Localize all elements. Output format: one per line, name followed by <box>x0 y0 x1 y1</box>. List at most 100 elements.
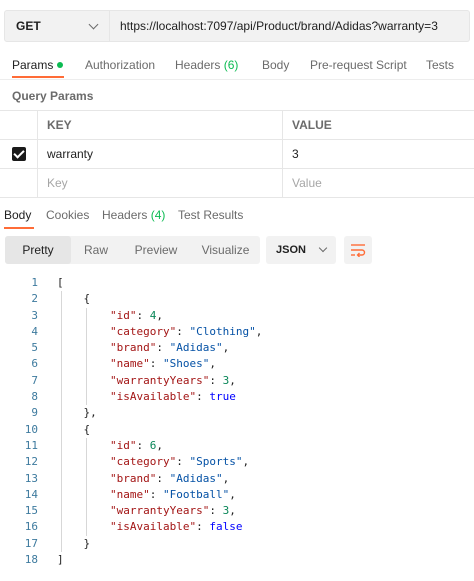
wrap-lines-button[interactable] <box>344 236 372 264</box>
row-check-cell <box>0 140 38 168</box>
line-number: 4 <box>31 324 38 338</box>
new-key-input[interactable]: Key <box>38 169 283 197</box>
code-text: "id": 6, <box>109 438 163 452</box>
tab-count: (6) <box>223 58 239 72</box>
code-text: "name": "Shoes", <box>109 357 216 371</box>
wrap-lines-icon <box>351 244 366 257</box>
chevron-down-icon <box>318 243 328 253</box>
table-row-new: Key Value <box>0 169 474 198</box>
active-tab-indicator <box>4 227 34 229</box>
tab-headers[interactable]: Headers (6) <box>175 58 238 72</box>
row-check-cell <box>0 169 38 197</box>
tab-response-body[interactable]: Body <box>4 208 31 222</box>
request-bar: GET https://localhost:7097/api/Product/b… <box>4 10 470 42</box>
code-text: "id": 4, <box>109 308 163 322</box>
method-select[interactable]: GET <box>4 10 110 42</box>
line-number: 10 <box>24 422 38 436</box>
url-input[interactable]: https://localhost:7097/api/Product/brand… <box>110 10 470 42</box>
line-number: 3 <box>31 308 38 322</box>
request-tabs: Params Authorization Headers (6) Body Pr… <box>0 56 474 78</box>
tab-label: Body <box>262 58 290 72</box>
line-number: 12 <box>24 455 38 469</box>
tab-label: Params <box>12 58 54 72</box>
param-key[interactable]: warranty <box>38 140 283 168</box>
line-number: 1 <box>31 276 38 289</box>
code-line: 15 "warrantyYears": 3, <box>0 503 474 519</box>
code-text: "isAvailable": false <box>109 520 243 534</box>
code-line: 2 { <box>0 291 474 307</box>
line-number: 7 <box>31 373 38 387</box>
code-line: 1[ <box>0 275 474 291</box>
code-text: ] <box>57 553 64 567</box>
code-line: 11 "id": 6, <box>0 438 474 454</box>
tab-pre-request-script[interactable]: Pre-request Script <box>310 58 407 72</box>
tab-label: Pre-request Script <box>310 58 407 72</box>
response-tabs: Body Cookies Headers (4) Test Results <box>0 206 474 230</box>
code-line: 9 }, <box>0 405 474 421</box>
code-line: 8 "isAvailable": true <box>0 389 474 405</box>
chevron-down-icon <box>88 19 99 29</box>
view-mode-segment: Pretty Raw Preview Visualize <box>5 236 260 264</box>
code-text: "name": "Football", <box>109 487 236 501</box>
line-number: 14 <box>24 487 38 501</box>
code-text: "warrantyYears": 3, <box>109 504 236 518</box>
line-number: 17 <box>24 536 38 550</box>
param-value[interactable]: 3 <box>283 140 474 168</box>
param-checkbox[interactable] <box>11 147 26 161</box>
tab-label: Headers <box>102 208 148 222</box>
code-line: 12 "category": "Sports", <box>0 454 474 470</box>
line-number: 18 <box>24 553 38 567</box>
code-line: 14 "name": "Football", <box>0 487 474 503</box>
method-label: GET <box>16 19 41 33</box>
code-line: 7 "warrantyYears": 3, <box>0 373 474 389</box>
code-line: 3 "id": 4, <box>0 308 474 324</box>
line-number: 9 <box>31 406 38 420</box>
tab-response-headers[interactable]: Headers (4) <box>102 208 165 222</box>
indent-guide <box>86 307 87 406</box>
params-table: KEY VALUE warranty 3 Key Value <box>0 110 474 198</box>
indent-guide <box>61 291 62 553</box>
tab-tests[interactable]: Tests <box>426 58 454 72</box>
line-number: 16 <box>24 520 38 534</box>
format-select[interactable]: JSON <box>266 236 336 264</box>
header-value: VALUE <box>292 118 332 132</box>
active-tab-indicator <box>12 76 64 78</box>
code-line: 17 } <box>0 536 474 552</box>
line-number: 13 <box>24 471 38 485</box>
tab-label: Tests <box>426 58 455 72</box>
line-number: 15 <box>24 504 38 518</box>
format-label: JSON <box>276 244 306 256</box>
tab-count: (4) <box>150 208 166 222</box>
code-line: 18] <box>0 552 474 568</box>
tab-test-results[interactable]: Test Results <box>178 208 243 222</box>
raw-button[interactable]: Raw <box>71 236 121 264</box>
code-text: [ <box>57 276 64 289</box>
code-line: 5 "brand": "Adidas", <box>0 340 474 356</box>
code-line: 10 { <box>0 422 474 438</box>
visualize-button[interactable]: Visualize <box>191 236 260 264</box>
table-row: warranty 3 <box>0 140 474 169</box>
code-line: 4 "category": "Clothing", <box>0 324 474 340</box>
code-line: 16 "isAvailable": false <box>0 519 474 535</box>
tab-cookies[interactable]: Cookies <box>46 208 89 222</box>
tab-params[interactable]: Params <box>12 58 64 72</box>
header-key: KEY <box>38 111 283 139</box>
line-number: 6 <box>31 357 38 371</box>
table-header: KEY VALUE <box>0 110 474 140</box>
new-value-input[interactable]: Value <box>283 169 474 197</box>
preview-button[interactable]: Preview <box>121 236 191 264</box>
tab-label: Authorization <box>85 58 156 72</box>
tab-body[interactable]: Body <box>262 58 289 72</box>
indent-guide <box>86 438 87 536</box>
code-line: 6 "name": "Shoes", <box>0 356 474 372</box>
query-params-title: Query Params <box>12 89 94 103</box>
tab-authorization[interactable]: Authorization <box>85 58 155 72</box>
line-number: 11 <box>24 438 38 452</box>
header-check-cell <box>0 111 38 139</box>
code-line: 13 "brand": "Adidas", <box>0 471 474 487</box>
tab-label: Headers <box>175 58 221 72</box>
line-number: 2 <box>31 292 38 306</box>
code-text: "category": "Clothing", <box>109 324 263 338</box>
line-number: 5 <box>31 341 38 355</box>
pretty-button[interactable]: Pretty <box>5 236 71 264</box>
